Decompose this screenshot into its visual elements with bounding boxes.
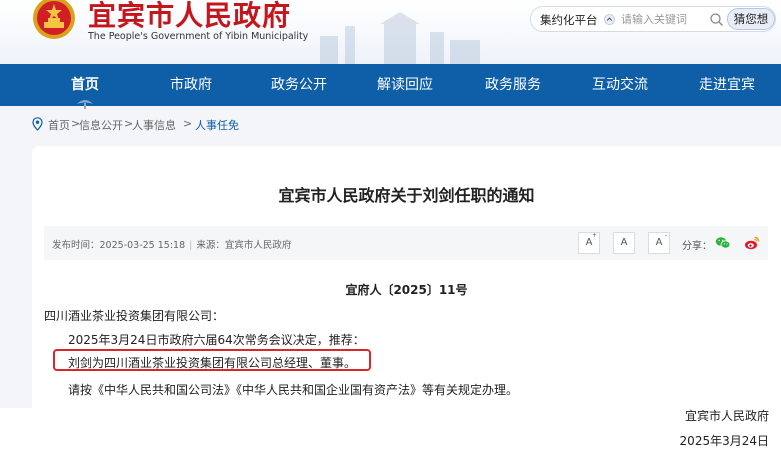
highlight-annotation [53,349,371,371]
location-pin-icon [32,117,43,131]
breadcrumb-info-disclosure[interactable]: 信息公开 [79,117,123,133]
font-reset-label: A [620,237,628,248]
site-title[interactable]: 宜宾市人民政府 [88,0,291,34]
nav-government-affairs[interactable]: 政务公开 [246,64,352,106]
signoff-date: 2025年3月24日 [679,434,769,448]
signoff-organization: 宜宾市人民政府 [684,409,769,423]
article-meta: 发布时间：2025-03-25 15:18 | 来源：宜宾市人民政府 [52,237,291,251]
breadcrumb-current[interactable]: 人事任免 [195,117,239,133]
city-skyline-decoration [320,12,480,64]
article-meta-bar: 发布时间：2025-03-25 15:18 | 来源：宜宾市人民政府 A + A A-… [44,226,768,260]
font-increase-mark: + [591,232,597,239]
published-value: 2025-03-25 15:18 [99,240,186,251]
weibo-icon[interactable] [744,235,760,251]
national-emblem-icon [33,0,75,39]
font-decrease-label: A [655,237,663,248]
font-reset-button[interactable]: A [613,232,635,254]
meta-divider: | [189,240,193,251]
font-increase-button[interactable]: A + [578,232,600,254]
nav-interpretation[interactable]: 解读回应 [352,64,458,106]
body-paragraph: 请按《中华人民共和国公司法》《中华人民共和国企业国有资产法》等有关规定办理。 [68,383,519,397]
share-label: 分享： [682,241,712,252]
breadcrumb-separator: > [183,117,193,130]
recipient-line: 四川酒业茶业投资集团有限公司： [44,309,225,323]
wechat-icon[interactable] [715,235,731,251]
body-paragraph: 2025年3月24日市政府六届64次常务会议决定，推荐： [68,333,365,347]
published-label: 发布时间： [52,240,100,251]
document-number: 宜府人〔2025〕11号 [345,283,468,297]
breadcrumb-personnel-info[interactable]: 人事信息 [132,117,176,133]
site-subtitle: The People's Government of Yibin Municip… [88,31,309,42]
source-label: 来源： [196,240,225,251]
active-nav-indicator-icon [77,100,93,109]
search-icon[interactable] [709,12,724,27]
breadcrumb-home[interactable]: 首页 [48,117,70,133]
guess-button[interactable]: 猜您想 [727,8,775,30]
content-footer-area [0,408,781,457]
platform-select[interactable]: 集约化平台 [540,12,598,28]
chevron-icon[interactable] [604,14,615,25]
site-header: 宜宾市人民政府 The People's Government of Yibin… [0,0,781,64]
search-bar: 集约化平台 猜您想 [530,6,776,32]
search-input[interactable] [621,10,711,28]
font-decrease-button[interactable]: A- [648,232,670,254]
font-decrease-mark: - [664,232,667,239]
main-nav: 首页 市政府 政务公开 解读回应 政务服务 互动交流 走进宜宾 [0,64,781,106]
nav-municipal-government[interactable]: 市政府 [138,64,244,106]
nav-services[interactable]: 政务服务 [460,64,566,106]
nav-about-yibin[interactable]: 走进宜宾 [674,64,780,106]
article-title: 宜宾市人民政府关于刘剑任职的通知 [278,186,535,205]
nav-interaction[interactable]: 互动交流 [567,64,673,106]
source-value: 宜宾市人民政府 [224,240,292,251]
